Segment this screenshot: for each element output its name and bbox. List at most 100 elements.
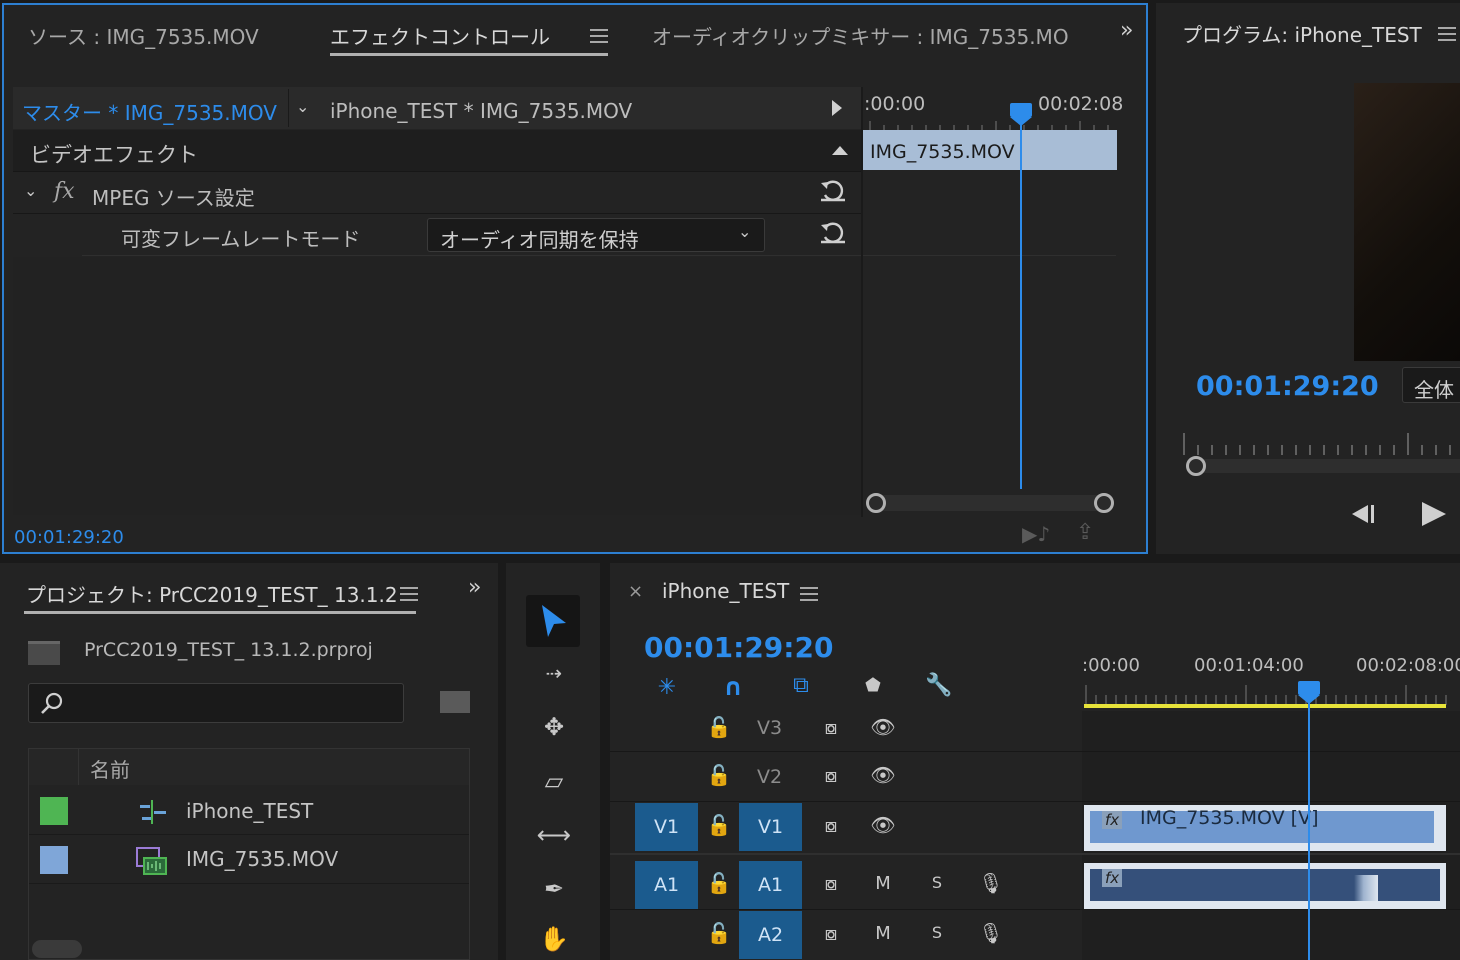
source-patch-a1[interactable]: A1 bbox=[635, 861, 698, 909]
play-audio-icon[interactable]: ▶♪ bbox=[1022, 522, 1050, 546]
source-patch-v1[interactable]: V1 bbox=[635, 803, 698, 851]
track-target-v1[interactable]: V1 bbox=[739, 803, 802, 851]
slip-tool-icon[interactable]: ⟷ bbox=[532, 821, 576, 849]
timeline-playhead-tip bbox=[1298, 695, 1320, 704]
label-color-swatch[interactable] bbox=[40, 797, 68, 825]
name-column-header[interactable]: 名前 bbox=[90, 754, 130, 783]
project-menu-icon[interactable] bbox=[400, 587, 418, 601]
track-name-v3[interactable]: V3 bbox=[738, 704, 801, 752]
search-input[interactable] bbox=[28, 683, 404, 723]
play-arrow-icon[interactable] bbox=[832, 100, 842, 116]
razor-tool-icon[interactable]: ▱ bbox=[532, 767, 576, 795]
track-target-a1[interactable]: A1 bbox=[739, 861, 802, 909]
tab-menu-icon[interactable] bbox=[590, 29, 608, 43]
sequence-tab[interactable]: iPhone_TEST bbox=[662, 579, 789, 603]
row-divider bbox=[82, 255, 1116, 256]
eye-icon[interactable]: 👁 bbox=[868, 813, 898, 837]
program-menu-icon[interactable] bbox=[1438, 27, 1456, 41]
sequence-clip-label[interactable]: iPhone_TEST * IMG_7535.MOV bbox=[330, 99, 632, 123]
mini-clip-label: IMG_7535.MOV bbox=[870, 141, 1015, 163]
mini-playhead-line bbox=[1020, 115, 1022, 489]
lock-icon[interactable]: 🔓 bbox=[706, 715, 732, 739]
active-tab-underline bbox=[330, 53, 608, 56]
mini-zoom-scrollbar[interactable] bbox=[874, 495, 1114, 511]
more-tabs-icon[interactable]: » bbox=[1120, 18, 1133, 43]
horizontal-scrollbar[interactable] bbox=[32, 940, 82, 958]
work-area-bar[interactable] bbox=[1084, 704, 1446, 708]
row-divider bbox=[13, 171, 861, 172]
program-timecode[interactable]: 00:01:29:20 bbox=[1196, 371, 1379, 402]
nest-icon[interactable]: ✳ bbox=[650, 675, 684, 700]
effects-list-area bbox=[13, 257, 861, 515]
sync-lock-icon[interactable]: ⧇ bbox=[816, 921, 846, 945]
lock-icon[interactable]: 🔓 bbox=[706, 763, 732, 787]
track-name-v2[interactable]: V2 bbox=[738, 753, 801, 801]
chevron-down-icon[interactable]: ⌄ bbox=[296, 97, 309, 116]
tab-effect-controls[interactable]: エフェクトコントロール bbox=[330, 21, 550, 50]
hand-tool-icon[interactable]: ✋ bbox=[532, 925, 576, 953]
add-marker-icon[interactable]: ⬟ bbox=[856, 675, 890, 696]
project-panel-title[interactable]: プロジェクト: PrCC2019_TEST_ 13.1.2 bbox=[26, 579, 398, 608]
track-divider bbox=[610, 909, 1460, 910]
row-divider bbox=[13, 213, 861, 214]
video-effects-header: ビデオエフェクト bbox=[30, 143, 198, 167]
more-panels-icon[interactable]: » bbox=[468, 575, 481, 600]
snap-magnet-icon[interactable]: ∩ bbox=[716, 673, 750, 701]
fit-dropdown-label: 全体 bbox=[1414, 378, 1454, 402]
program-zoom-bar[interactable] bbox=[1196, 459, 1460, 473]
ripple-edit-tool-icon[interactable]: ✥ bbox=[532, 713, 576, 741]
project-panel: プロジェクト: PrCC2019_TEST_ 13.1.2 » PrCC2019… bbox=[0, 563, 498, 960]
reset-icon[interactable] bbox=[820, 179, 846, 203]
tab-audio-clip-mixer[interactable]: オーディオクリップミキサー : IMG_7535.MO bbox=[652, 21, 1072, 50]
scroll-handle-left[interactable] bbox=[866, 493, 886, 513]
microphone-icon[interactable]: 🎙 bbox=[976, 921, 1006, 945]
eye-icon[interactable]: 👁 bbox=[868, 763, 898, 787]
timeline-menu-icon[interactable] bbox=[800, 587, 818, 601]
collapse-up-icon[interactable] bbox=[832, 146, 848, 155]
fx-badge[interactable]: fx bbox=[1102, 869, 1123, 887]
play-button[interactable] bbox=[1422, 502, 1446, 526]
timeline-playhead-handle[interactable] bbox=[1298, 681, 1320, 695]
reset-icon[interactable] bbox=[820, 221, 846, 245]
master-clip-label[interactable]: マスター * IMG_7535.MOV bbox=[22, 97, 277, 126]
track-target-a2[interactable]: A2 bbox=[739, 911, 802, 959]
mute-button[interactable]: M bbox=[868, 873, 898, 894]
fx-badge[interactable]: fx bbox=[1102, 811, 1123, 829]
column-divider bbox=[78, 749, 79, 785]
effect-controls-timecode[interactable]: 00:01:29:20 bbox=[14, 527, 124, 548]
lock-icon[interactable]: 🔓 bbox=[706, 871, 732, 895]
expand-chevron-icon[interactable]: ⌄ bbox=[24, 181, 37, 200]
new-search-bin-icon[interactable] bbox=[440, 691, 470, 713]
sync-lock-icon[interactable]: ⧇ bbox=[816, 715, 846, 739]
pen-tool-icon[interactable]: ✒ bbox=[532, 875, 576, 903]
program-monitor-title[interactable]: プログラム: iPhone_TEST bbox=[1182, 19, 1422, 48]
track-select-tool-icon[interactable]: ⇢ bbox=[532, 661, 576, 685]
close-tab-icon[interactable]: × bbox=[628, 581, 643, 602]
project-file-name: PrCC2019_TEST_ 13.1.2.prproj bbox=[84, 639, 373, 661]
solo-button[interactable]: S bbox=[922, 873, 952, 892]
lock-icon[interactable]: 🔓 bbox=[706, 921, 732, 945]
eye-icon[interactable]: 👁 bbox=[868, 715, 898, 739]
linked-selection-icon[interactable]: ⧉ bbox=[784, 673, 818, 698]
microphone-icon[interactable]: 🎙 bbox=[976, 871, 1006, 895]
program-monitor-panel: プログラム: iPhone_TEST 00:01:29:20 全体 bbox=[1156, 3, 1460, 554]
sync-lock-icon[interactable]: ⧇ bbox=[816, 813, 846, 837]
program-zoom-handle[interactable] bbox=[1186, 456, 1206, 476]
export-icon[interactable]: ⇪ bbox=[1076, 520, 1094, 545]
mute-button[interactable]: M bbox=[868, 923, 898, 944]
step-back-icon[interactable] bbox=[1352, 505, 1368, 523]
step-back-bar bbox=[1371, 505, 1374, 523]
scroll-handle-right[interactable] bbox=[1094, 493, 1114, 513]
lock-icon[interactable]: 🔓 bbox=[706, 813, 732, 837]
timeline-timecode[interactable]: 00:01:29:20 bbox=[644, 631, 833, 664]
fx-icon[interactable]: fx bbox=[54, 179, 75, 204]
tab-source[interactable]: ソース : IMG_7535.MOV bbox=[28, 21, 259, 50]
sync-lock-icon[interactable]: ⧇ bbox=[816, 763, 846, 787]
solo-button[interactable]: S bbox=[922, 923, 952, 942]
settings-wrench-icon[interactable]: 🔧 bbox=[922, 673, 956, 698]
sync-lock-icon[interactable]: ⧇ bbox=[816, 871, 846, 895]
label-color-swatch[interactable] bbox=[40, 846, 68, 874]
param-label: 可変フレームレートモード bbox=[121, 227, 361, 251]
mini-playhead-handle[interactable] bbox=[1010, 103, 1032, 117]
project-folder-icon[interactable] bbox=[28, 641, 60, 665]
